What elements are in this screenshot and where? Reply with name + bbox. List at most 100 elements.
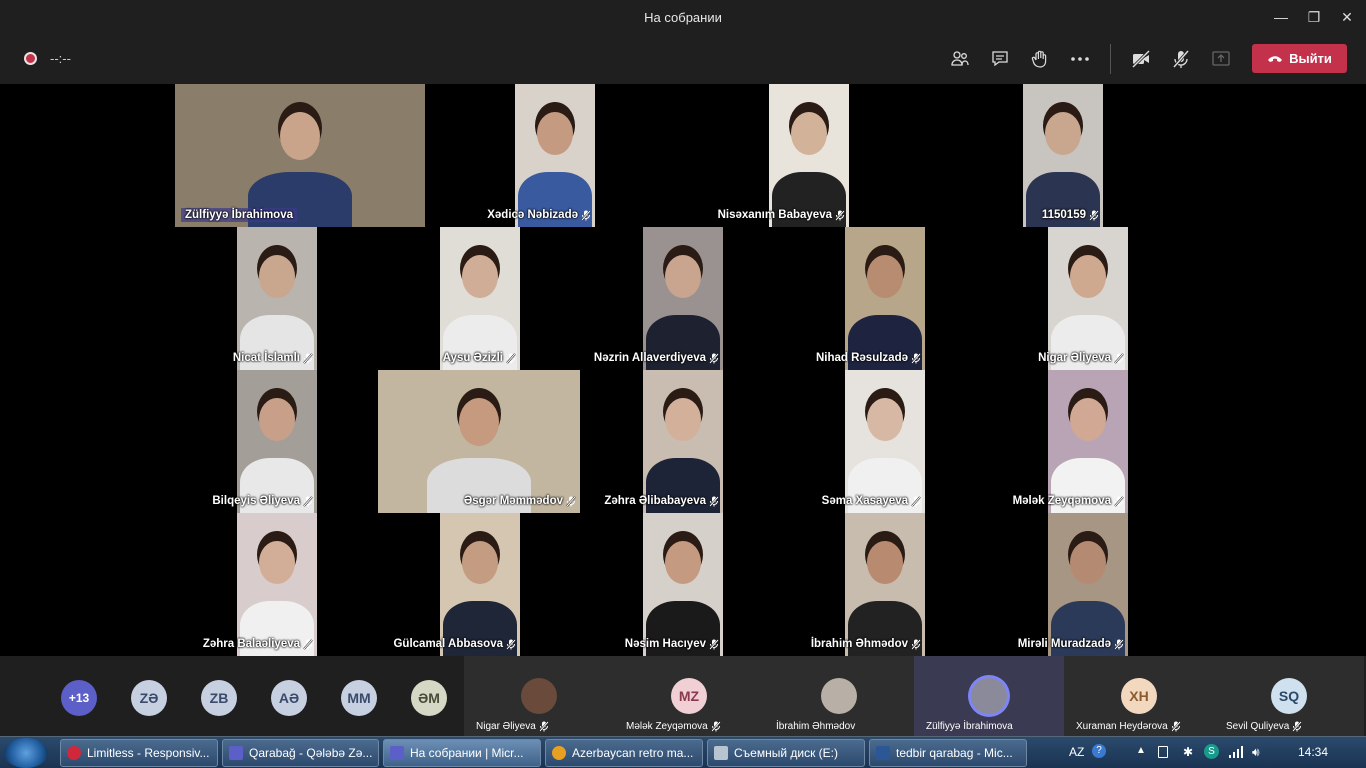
person-head: [259, 398, 295, 442]
meeting-toolbar: --:-- Выйти: [0, 34, 1366, 84]
volume-icon[interactable]: 🔊︎: [1252, 745, 1260, 760]
microphone-muted-icon: [303, 495, 313, 507]
video-tile[interactable]: Mirəli Muradzadə: [988, 513, 1133, 656]
windows-taskbar: AZ ? ▲ ✱ S 🔊︎ 14:34 Limitless - Responsi…: [0, 736, 1366, 768]
video-tile[interactable]: Zəhra Əlibabayeva: [583, 370, 728, 513]
video-feed: [845, 227, 925, 370]
participant-name: Səma Xasayeva: [822, 495, 921, 507]
person-head: [665, 541, 701, 585]
participant-name: Əsgər Məmmədov: [464, 495, 576, 507]
person-head: [791, 112, 827, 156]
taskbar-button-label: Съемный диск (E:): [734, 746, 838, 760]
taskbar-button[interactable]: tedbir qarabag - Mic...: [869, 739, 1027, 767]
participant-avatar[interactable]: ZB: [201, 680, 237, 716]
person-head: [280, 112, 320, 160]
help-icon[interactable]: ?: [1092, 744, 1106, 758]
video-tile[interactable]: Zülfiyyə İbrahimova: [175, 84, 425, 227]
device-icon[interactable]: [1158, 746, 1168, 758]
participant-tile[interactable]: SQ Sevil Quliyeva: [1214, 656, 1364, 736]
microphone-muted-icon: [566, 495, 576, 507]
taskbar-button[interactable]: Qarabağ - Qələbə Zə...: [222, 739, 379, 767]
participant-name: Gülcamal Abbasova: [393, 638, 516, 650]
participant-name: Nigar Əliyeva: [1038, 352, 1124, 364]
video-tile[interactable]: Bilqeyis Əliyeva: [175, 370, 320, 513]
video-feed: [1048, 513, 1128, 656]
video-tile[interactable]: Nicat İslamlı: [175, 227, 320, 370]
video-tile[interactable]: Nəsim Hacıyev: [583, 513, 728, 656]
video-feed: [237, 513, 317, 656]
taskbar-button[interactable]: Съемный диск (E:): [707, 739, 865, 767]
bluetooth-icon[interactable]: ✱: [1183, 745, 1193, 759]
start-button[interactable]: [4, 738, 48, 768]
participant-name-text: Aysu Əzizli: [442, 352, 503, 364]
participant-name-text: Əsgər Məmmədov: [463, 495, 563, 507]
share-screen-icon[interactable]: [1210, 48, 1232, 70]
participant-tile[interactable]: İbrahim Əhmədov: [764, 656, 914, 736]
clock[interactable]: 14:34: [1298, 745, 1328, 759]
network-signal-icon[interactable]: [1228, 746, 1244, 759]
participant-name: Zəhra Əlibabayeva: [604, 495, 719, 507]
participants-icon[interactable]: [949, 48, 971, 70]
close-button[interactable]: ✕: [1336, 6, 1358, 28]
participant-name: İbrahim Əhmədov: [811, 638, 921, 650]
leave-button-label: Выйти: [1289, 51, 1332, 66]
participant-tile[interactable]: XH Xuraman Heydərova: [1064, 656, 1214, 736]
person-head: [259, 541, 295, 585]
language-indicator[interactable]: AZ: [1069, 745, 1084, 759]
taskbar-button[interactable]: Limitless - Responsiv...: [60, 739, 218, 767]
camera-off-icon[interactable]: [1130, 48, 1152, 70]
participant-tile[interactable]: Nigar Əliyeva: [464, 656, 614, 736]
video-tile[interactable]: Nigar Əliyeva: [988, 227, 1133, 370]
video-feed: [1023, 84, 1103, 227]
participant-avatar[interactable]: AƏ: [271, 680, 307, 716]
video-feed: [845, 513, 925, 656]
participant-name-text: Zəhra Əlibabayeva: [604, 495, 706, 507]
person-head: [867, 255, 903, 299]
taskbar-button-label: tedbir qarabag - Mic...: [896, 746, 1013, 760]
video-tile[interactable]: Nisəxanım Babayeva: [682, 84, 852, 227]
participant-name-text: Nisəxanım Babayeva: [717, 209, 832, 221]
video-tile[interactable]: Nəzrin Allaverdiyeva: [583, 227, 728, 370]
microphone-muted-icon: [506, 638, 516, 650]
video-feed: [643, 370, 723, 513]
participant-tile[interactable]: Zülfiyyə İbrahimova: [914, 656, 1064, 736]
participant-name-text: Sevil Quliyeva: [1226, 721, 1290, 732]
participant-avatar[interactable]: ZƏ: [131, 680, 167, 716]
raise-hand-icon[interactable]: [1029, 48, 1051, 70]
show-hidden-icons-icon[interactable]: ▲: [1136, 745, 1146, 756]
taskbar-button[interactable]: На собрании | Micr...: [383, 739, 541, 767]
video-tile[interactable]: Gülcamal Abbasova: [380, 513, 525, 656]
restore-button[interactable]: ❐: [1303, 6, 1325, 28]
more-participants-badge[interactable]: +13: [61, 680, 97, 716]
video-tile[interactable]: İbrahim Əhmədov: [785, 513, 930, 656]
microphone-muted-icon: [1170, 721, 1181, 732]
participant-name: Nəsim Hacıyev: [625, 638, 719, 650]
participant-avatar[interactable]: MM: [341, 680, 377, 716]
participant-name-text: Xuraman Heydərova: [1076, 721, 1168, 732]
participant-name-text: Xədicə Nəbizadə: [487, 209, 578, 221]
microphone-muted-icon: [539, 721, 549, 732]
taskbar-button[interactable]: Azerbaycan retro ma...: [545, 739, 703, 767]
participant-avatar[interactable]: ƏM: [411, 680, 447, 716]
video-tile[interactable]: Zəhra Balaəliyeva: [175, 513, 320, 656]
video-tile[interactable]: Aysu Əzizli: [380, 227, 525, 370]
video-tile[interactable]: Səma Xasayeva: [785, 370, 930, 513]
recording-indicator: [24, 52, 37, 65]
microphone-off-icon[interactable]: [1170, 48, 1192, 70]
video-tile[interactable]: Xədicə Nəbizadə: [430, 84, 600, 227]
chat-icon[interactable]: [989, 48, 1011, 70]
video-tile[interactable]: Əsgər Məmmədov: [378, 370, 580, 513]
participant-tile[interactable]: MZ Mələk Zeyqəmova: [614, 656, 764, 736]
video-feed: [643, 513, 723, 656]
app-tray-icon[interactable]: S: [1204, 744, 1219, 759]
more-options-icon[interactable]: [1069, 48, 1091, 70]
taskbar-button-label: Azerbaycan retro ma...: [572, 746, 694, 760]
video-tile[interactable]: 1150159: [935, 84, 1105, 227]
video-feed: [1048, 227, 1128, 370]
leave-button[interactable]: Выйти: [1252, 44, 1347, 73]
video-tile[interactable]: Nihad Rəsulzadə: [785, 227, 930, 370]
video-feed: [515, 84, 595, 227]
minimize-button[interactable]: —: [1270, 6, 1292, 28]
video-tile[interactable]: Mələk Zeyqəmova: [988, 370, 1133, 513]
microphone-muted-icon: [1114, 638, 1124, 650]
